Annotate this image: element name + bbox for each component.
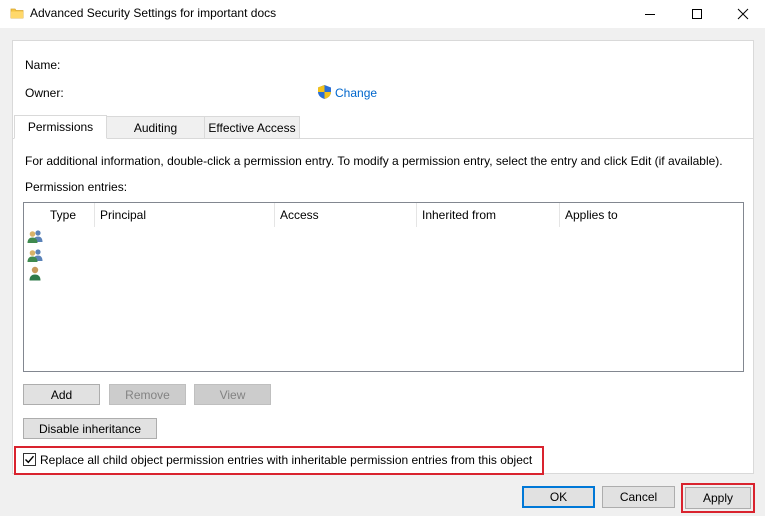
folder-icon <box>10 8 24 19</box>
column-access[interactable]: Access <box>274 203 417 227</box>
view-button[interactable]: View <box>194 384 271 405</box>
column-applies-to[interactable]: Applies to <box>559 203 743 227</box>
tab-effective-access[interactable]: Effective Access <box>204 116 300 139</box>
permission-entries-list[interactable]: Type Principal Access Inherited from App… <box>23 202 744 372</box>
close-button[interactable] <box>720 0 765 28</box>
replace-child-permissions-label[interactable]: Replace all child object permission entr… <box>40 453 532 467</box>
name-label: Name: <box>25 58 61 72</box>
tab-divider <box>13 138 753 139</box>
ok-button[interactable]: OK <box>522 486 595 508</box>
checkmark-icon <box>25 455 35 464</box>
remove-button[interactable]: Remove <box>109 384 186 405</box>
tab-permissions-label: Permissions <box>27 120 94 134</box>
user-group-icon[interactable] <box>27 228 43 244</box>
replace-child-permissions-checkbox[interactable] <box>23 453 36 466</box>
tab-auditing-label: Auditing <box>133 120 178 135</box>
title-bar: Advanced Security Settings for important… <box>0 0 765 28</box>
user-group-icon[interactable] <box>27 247 43 263</box>
user-icon[interactable] <box>27 265 43 281</box>
tab-effective-access-label: Effective Access <box>208 120 296 135</box>
permissions-info-text: For additional information, double-click… <box>25 154 723 168</box>
maximize-button[interactable] <box>674 0 719 28</box>
add-button[interactable]: Add <box>23 384 100 405</box>
minimize-button[interactable] <box>627 0 672 28</box>
apply-button[interactable]: Apply <box>685 487 751 509</box>
window-title: Advanced Security Settings for important… <box>30 6 277 20</box>
owner-label: Owner: <box>25 86 64 100</box>
column-inherited-from[interactable]: Inherited from <box>416 203 560 227</box>
tab-permissions[interactable]: Permissions <box>14 115 107 139</box>
cancel-button[interactable]: Cancel <box>602 486 675 508</box>
content-panel: Name: Owner: Change Permissions Auditing… <box>12 40 754 475</box>
uac-shield-icon <box>318 85 331 99</box>
column-type[interactable]: Type <box>44 203 95 227</box>
minimize-icon <box>644 14 655 15</box>
disable-inheritance-button[interactable]: Disable inheritance <box>23 418 157 439</box>
change-owner-link[interactable]: Change <box>335 86 377 100</box>
column-principal[interactable]: Principal <box>94 203 274 227</box>
permission-entries-label: Permission entries: <box>25 180 128 194</box>
tab-auditing[interactable]: Auditing <box>106 116 205 139</box>
maximize-icon <box>691 9 702 19</box>
close-icon <box>737 8 748 20</box>
